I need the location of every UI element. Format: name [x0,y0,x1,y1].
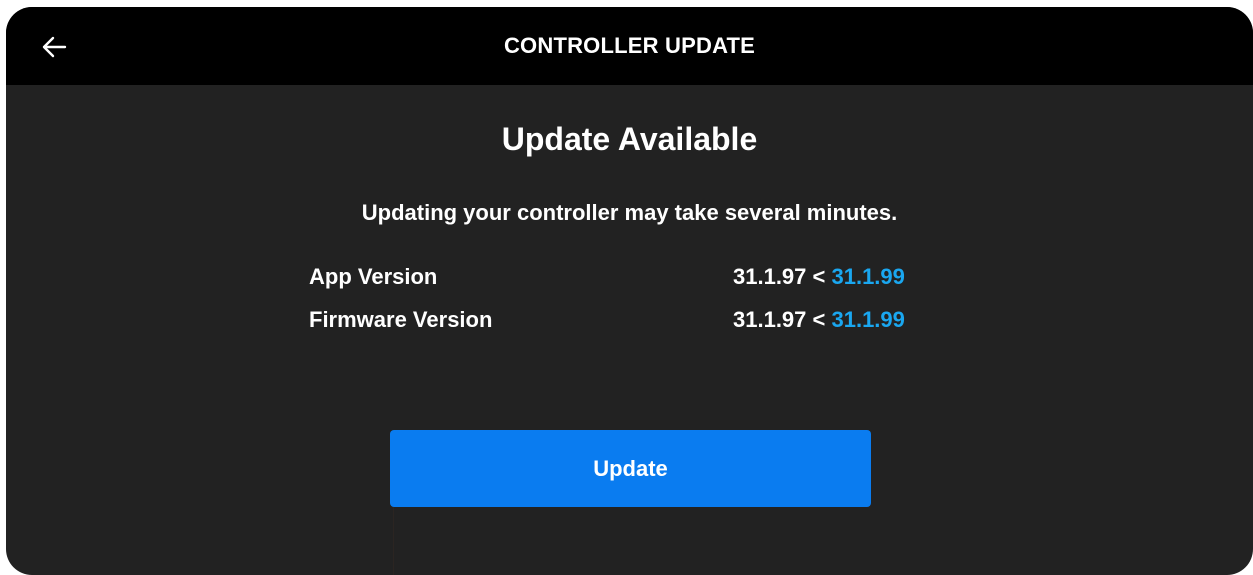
update-heading: Update Available [501,121,758,157]
available-version: 31.1.99 [831,307,905,332]
available-version: 31.1.99 [831,264,905,289]
page-title: CONTROLLER UPDATE [503,33,756,58]
update-button[interactable]: Update [390,430,871,507]
version-value: 31.1.97 < 31.1.99 [733,307,905,333]
version-label: App Version [309,264,438,289]
current-version: 31.1.97 [733,264,807,289]
version-separator: < [806,264,832,289]
controller-update-screen: CONTROLLER UPDATE Update Available Updat… [6,7,1253,575]
divider [393,507,394,575]
version-label: Firmware Version [309,307,493,332]
firmware-version-row: Firmware Version 31.1.97 < 31.1.99 [6,307,1253,335]
update-subtitle: Updating your controller may take severa… [361,200,898,225]
version-separator: < [806,307,832,332]
app-version-row: App Version 31.1.97 < 31.1.99 [6,264,1253,292]
version-value: 31.1.97 < 31.1.99 [733,264,905,290]
current-version: 31.1.97 [733,307,807,332]
header-bar: CONTROLLER UPDATE [6,7,1253,85]
